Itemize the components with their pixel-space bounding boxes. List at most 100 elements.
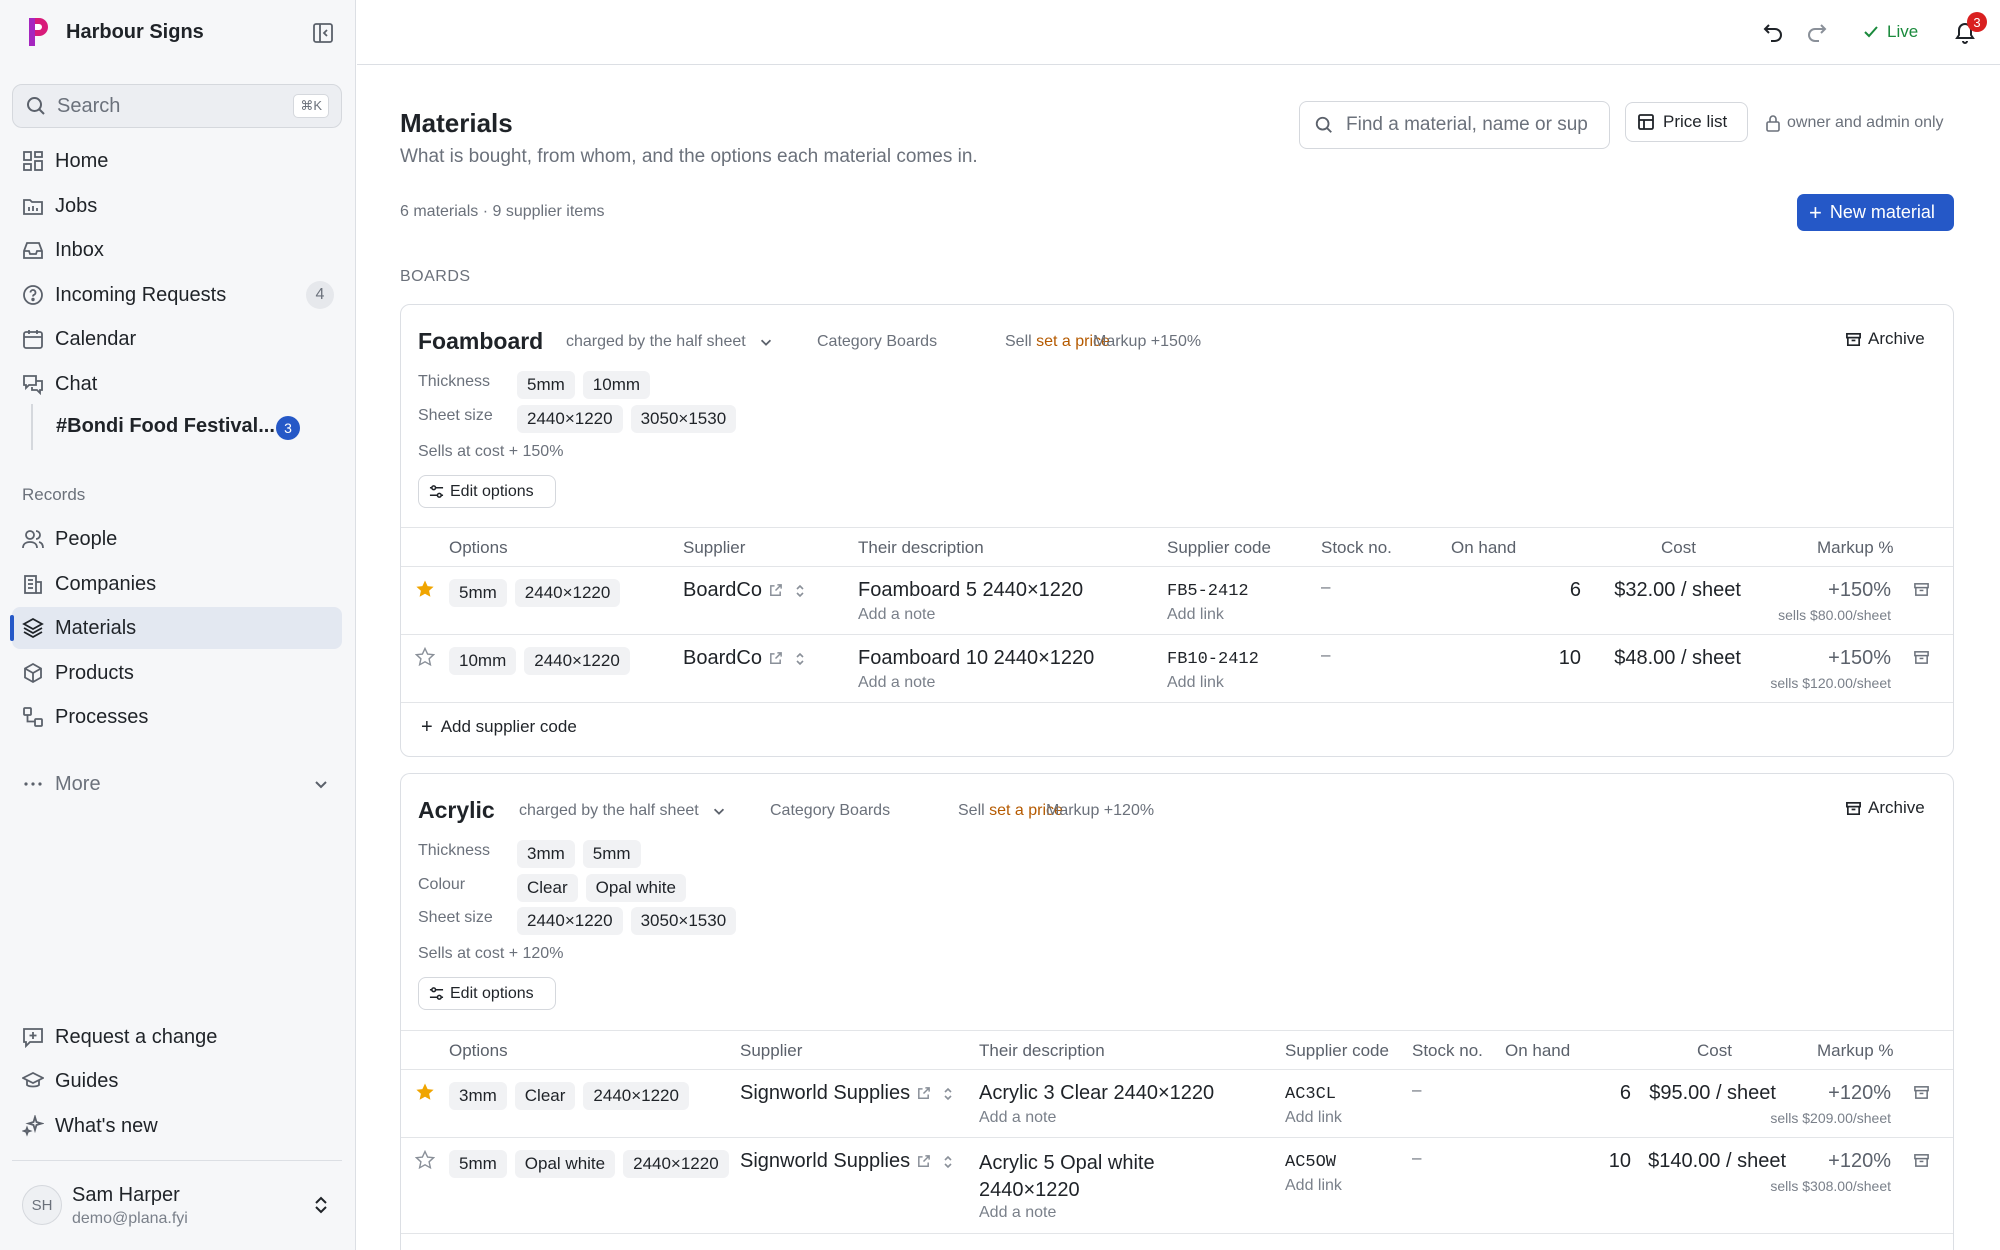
- archive-button[interactable]: Archive: [1845, 329, 1925, 349]
- nav-label: What's new: [55, 1114, 158, 1137]
- nav-calendar[interactable]: Calendar: [12, 318, 342, 360]
- live-status[interactable]: Live: [1887, 22, 1918, 42]
- chevron-updown-icon[interactable]: [941, 1154, 955, 1170]
- markup[interactable]: +150%: [1751, 579, 1891, 602]
- user-menu-chevron-icon[interactable]: [310, 1194, 332, 1216]
- external-link-icon[interactable]: [768, 583, 783, 598]
- category-value: Boards: [839, 802, 891, 819]
- add-link[interactable]: Add link: [1167, 674, 1224, 692]
- undo-icon[interactable]: [1762, 21, 1784, 43]
- add-note-link[interactable]: Add a note: [979, 1109, 1056, 1127]
- nav-companies[interactable]: Companies: [12, 563, 342, 605]
- stock-no: –: [1321, 577, 1331, 596]
- nav-request-change[interactable]: Request a change: [12, 1016, 342, 1058]
- supplier-code[interactable]: AC5OW: [1285, 1153, 1336, 1172]
- chevron-updown-icon[interactable]: [793, 583, 807, 599]
- markup[interactable]: +120%: [1751, 1082, 1891, 1105]
- edit-options-button[interactable]: Edit options: [418, 475, 556, 508]
- add-supplier-code-button[interactable]: + Add supplier code: [421, 717, 577, 737]
- supplier-code[interactable]: FB5-2412: [1167, 582, 1249, 601]
- nav-products[interactable]: Products: [12, 652, 342, 694]
- collapse-sidebar-icon[interactable]: [312, 22, 334, 44]
- nav-label: More: [55, 772, 101, 795]
- supplier-cell[interactable]: Signworld Supplies: [740, 1082, 955, 1105]
- nav-chat[interactable]: Chat: [12, 363, 342, 405]
- sell-label: Sell: [958, 802, 985, 819]
- charged-by-select[interactable]: charged by the half sheet: [566, 333, 774, 351]
- star-outline-icon[interactable]: [415, 647, 435, 667]
- add-link[interactable]: Add link: [1167, 606, 1224, 624]
- charged-by-select[interactable]: charged by the half sheet: [519, 802, 727, 820]
- supplier-cell[interactable]: Signworld Supplies: [740, 1150, 955, 1173]
- material-card-foamboard: Foamboard charged by the half sheet Cate…: [400, 304, 1954, 757]
- supplier-cell[interactable]: BoardCo: [683, 579, 807, 602]
- archive-button[interactable]: Archive: [1845, 798, 1925, 818]
- table-row[interactable]: 5mm 2440×1220 BoardCo Foamboard 5 2440×1…: [401, 567, 1953, 635]
- add-note-link[interactable]: Add a note: [858, 674, 935, 692]
- table-row[interactable]: 3mm Clear 2440×1220 Signworld Supplies A…: [401, 1070, 1953, 1138]
- nav-home[interactable]: Home: [12, 140, 342, 182]
- add-link[interactable]: Add link: [1285, 1177, 1342, 1195]
- external-link-icon[interactable]: [916, 1086, 931, 1101]
- price-list-button[interactable]: Price list: [1625, 102, 1748, 142]
- description[interactable]: Acrylic 5 Opal white 2440×1220: [979, 1150, 1199, 1204]
- chat-channel-bondi[interactable]: #Bondi Food Festival...: [56, 415, 275, 438]
- star-filled-icon[interactable]: [415, 579, 435, 599]
- cost[interactable]: $48.00 / sheet: [1541, 647, 1741, 670]
- table-row[interactable]: 10mm 2440×1220 BoardCo Foamboard 10 2440…: [401, 635, 1953, 703]
- process-icon: [22, 706, 44, 728]
- option-group-label: Colour: [418, 876, 466, 893]
- add-note-link[interactable]: Add a note: [979, 1204, 1056, 1222]
- external-link-icon[interactable]: [916, 1154, 931, 1169]
- external-link-icon[interactable]: [768, 651, 783, 666]
- archive-row-icon[interactable]: [1913, 1152, 1930, 1169]
- sidebar-search[interactable]: Search ⌘K: [12, 84, 342, 128]
- redo-icon[interactable]: [1806, 21, 1828, 43]
- supplier-code[interactable]: AC3CL: [1285, 1085, 1336, 1104]
- nav-inbox[interactable]: Inbox: [12, 229, 342, 271]
- search-placeholder: Search: [57, 94, 121, 117]
- material-search-input[interactable]: Find a material, name or sup: [1299, 101, 1610, 149]
- edit-options-button[interactable]: Edit options: [418, 977, 556, 1010]
- supplier-cell[interactable]: BoardCo: [683, 647, 807, 670]
- description[interactable]: Acrylic 3 Clear 2440×1220: [979, 1082, 1214, 1105]
- material-category[interactable]: Category Boards: [817, 333, 937, 351]
- description[interactable]: Foamboard 5 2440×1220: [858, 579, 1083, 602]
- nav-processes[interactable]: Processes: [12, 696, 342, 738]
- new-material-button[interactable]: + New material: [1797, 194, 1954, 231]
- add-link[interactable]: Add link: [1285, 1109, 1342, 1127]
- nav-people[interactable]: People: [12, 518, 342, 560]
- cost[interactable]: $95.00 / sheet: [1576, 1082, 1776, 1105]
- markup[interactable]: +120%: [1751, 1150, 1891, 1173]
- sparkles-icon: [22, 1115, 44, 1137]
- owner-admin-note: owner and admin only: [1787, 114, 1944, 131]
- archive-row-icon[interactable]: [1913, 581, 1930, 598]
- description[interactable]: Foamboard 10 2440×1220: [858, 647, 1094, 670]
- nav-incoming-requests[interactable]: Incoming Requests 4: [12, 274, 342, 316]
- markup[interactable]: +150%: [1751, 647, 1891, 670]
- nav-guides[interactable]: Guides: [12, 1060, 342, 1102]
- material-category[interactable]: Category Boards: [770, 802, 890, 820]
- supplier-name: BoardCo: [683, 647, 762, 669]
- nav-more[interactable]: More: [12, 763, 342, 805]
- chevron-updown-icon[interactable]: [941, 1086, 955, 1102]
- cost[interactable]: $32.00 / sheet: [1541, 579, 1741, 602]
- star-filled-icon[interactable]: [415, 1082, 435, 1102]
- star-outline-icon[interactable]: [415, 1150, 435, 1170]
- nav-whats-new[interactable]: What's new: [12, 1105, 342, 1147]
- stock-no: –: [1321, 645, 1331, 664]
- option-chip: 5mm: [582, 840, 641, 868]
- sliders-icon: [429, 986, 444, 1001]
- chevron-updown-icon[interactable]: [793, 651, 807, 667]
- archive-row-icon[interactable]: [1913, 1084, 1930, 1101]
- add-note-link[interactable]: Add a note: [858, 606, 935, 624]
- calendar-icon: [22, 328, 44, 350]
- supplier-code[interactable]: FB10-2412: [1167, 650, 1259, 669]
- supplier-name: Signworld Supplies: [740, 1082, 911, 1104]
- table-row[interactable]: 5mm Opal white 2440×1220 Signworld Suppl…: [401, 1138, 1953, 1234]
- material-name: Foamboard: [418, 328, 544, 354]
- sidebar: Harbour Signs Search ⌘K Home Jobs Inbox …: [0, 0, 356, 1250]
- archive-row-icon[interactable]: [1913, 649, 1930, 666]
- nav-jobs[interactable]: Jobs: [12, 185, 342, 227]
- nav-materials[interactable]: Materials: [10, 607, 342, 649]
